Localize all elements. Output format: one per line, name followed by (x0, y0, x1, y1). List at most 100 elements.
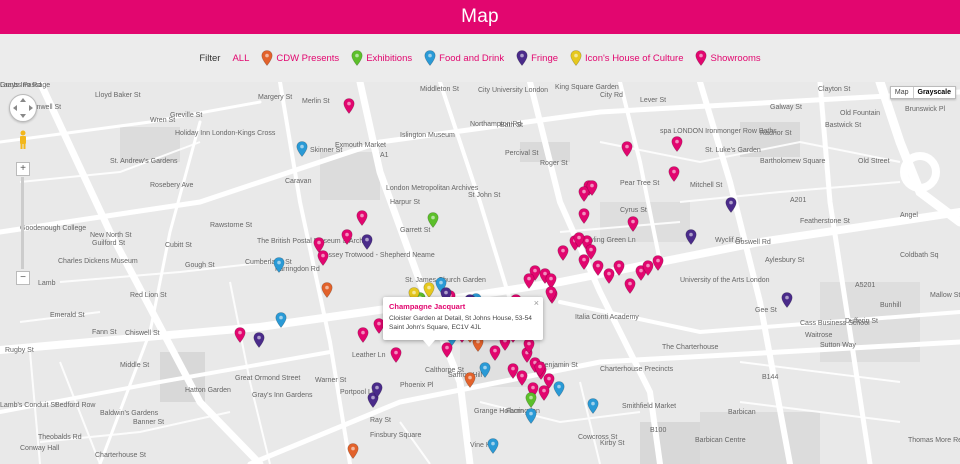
filter-item[interactable]: CDW Presents (261, 50, 339, 66)
map-marker-icon[interactable] (371, 382, 383, 398)
map-canvas[interactable]: Amwell St Lloyd Baker St Merlin St Margery … (0, 82, 960, 464)
map-marker-icon[interactable] (347, 443, 359, 459)
map-marker-icon[interactable] (253, 332, 265, 348)
map-type-control[interactable]: Map Grayscale (889, 86, 956, 99)
map-street-label: University of the Arts London (680, 277, 770, 284)
map-street-label: St John St (468, 192, 501, 199)
filter-item[interactable]: Exhibitions (351, 50, 412, 66)
page-header: Map (0, 0, 960, 34)
map-street-label: Bath St (500, 122, 523, 129)
zoom-slider[interactable] (21, 177, 24, 269)
map-street-label: Rawstorne St (210, 222, 253, 229)
map-street-label: Great Ormond Street (235, 375, 301, 382)
map-marker-icon[interactable] (296, 141, 308, 157)
map-marker-icon[interactable] (356, 210, 368, 226)
map-marker-icon[interactable] (343, 98, 355, 114)
map-marker-icon[interactable] (525, 408, 537, 424)
map-pin-icon (516, 50, 528, 66)
pan-control-icon[interactable] (9, 94, 37, 122)
map-street-label: Mitchell St (690, 182, 723, 189)
map-street-label: Bunhill (880, 302, 902, 309)
map-marker-icon[interactable] (534, 361, 546, 377)
map-street-label: B144 (762, 374, 779, 381)
map-marker-icon[interactable] (587, 398, 599, 414)
map-street-label: London Metropolitan Archives (386, 185, 479, 192)
map-marker-icon[interactable] (234, 327, 246, 343)
map-marker-icon[interactable] (557, 245, 569, 261)
map-pin-icon (351, 50, 363, 66)
map-street-label: Pear Tree St (620, 180, 660, 187)
map-marker-icon[interactable] (578, 208, 590, 224)
map-street-label: City University London (478, 87, 549, 94)
map-street-label: Lever St (640, 97, 667, 104)
map-marker-icon[interactable] (317, 250, 329, 266)
map-street-label: Old Fountain (840, 110, 881, 117)
map-marker-icon[interactable] (671, 136, 683, 152)
map-marker-icon[interactable] (652, 255, 664, 271)
map-street-label: Roger St (540, 160, 568, 167)
map-street-label: Gee St (755, 307, 777, 314)
map-street-label: Galway St (770, 104, 802, 111)
map-marker-icon[interactable] (545, 286, 557, 302)
map-marker-icon[interactable] (523, 273, 535, 289)
filter-item[interactable]: Showrooms (695, 50, 761, 66)
map-street-label: Chiswell St (125, 330, 160, 337)
page-title: Map (461, 6, 499, 27)
filter-item[interactable]: ALL (232, 53, 249, 64)
map-type-grayscale-button[interactable]: Grayscale (912, 87, 955, 98)
map-marker-icon[interactable] (341, 229, 353, 245)
map-marker-icon[interactable] (427, 212, 439, 228)
map-marker-icon[interactable] (423, 282, 435, 298)
map-marker-icon[interactable] (357, 327, 369, 343)
map-street-label: Ray St (370, 417, 392, 424)
map-marker-icon[interactable] (525, 392, 537, 408)
map-street-label: Caravan (285, 178, 312, 185)
zoom-out-button[interactable]: − (16, 271, 30, 285)
map-marker-icon[interactable] (479, 362, 491, 378)
map-street-label: B100 (650, 427, 667, 434)
map-street-label: Waitrose (805, 332, 833, 339)
map-marker-icon[interactable] (685, 229, 697, 245)
map-marker-icon[interactable] (487, 438, 499, 454)
map-marker-icon[interactable] (573, 232, 585, 248)
map-marker-icon[interactable] (390, 347, 402, 363)
map-street-label: Coldbath Sq (900, 252, 939, 259)
map-marker-icon[interactable] (621, 141, 633, 157)
map-street-label: Percival St (505, 150, 539, 157)
map-street-label: Middle St (120, 362, 150, 369)
map-pin-icon (695, 50, 707, 66)
zoom-in-button[interactable]: + (16, 162, 30, 176)
map-marker-icon[interactable] (613, 260, 625, 276)
map-street-label: Harpur St (390, 199, 420, 206)
map-marker-icon[interactable] (275, 312, 287, 328)
map-street-label: Merlin St (302, 98, 330, 105)
map-marker-icon[interactable] (781, 292, 793, 308)
map-marker-icon[interactable] (725, 197, 737, 213)
map-marker-icon[interactable] (586, 180, 598, 196)
info-window-title: Champagne Jacquart (389, 302, 466, 311)
map-marker-icon[interactable] (361, 234, 373, 250)
map-marker-icon[interactable] (585, 244, 597, 260)
map-street-label: St. Luke's Garden (705, 147, 761, 154)
map-marker-icon[interactable] (553, 381, 565, 397)
map-street-label: Wren St (150, 117, 176, 124)
map-street-label: Sutton Way (820, 342, 856, 349)
map-marker-icon[interactable] (464, 372, 476, 388)
map-marker-icon[interactable] (273, 257, 285, 273)
map-type-map-button[interactable]: Map (891, 87, 913, 98)
map-street-label: Guilford St (92, 240, 126, 247)
filter-item[interactable]: Icon's House of Culture (570, 50, 683, 66)
map-street-label: Thomas More Residents Garden (908, 437, 960, 444)
map-marker-icon[interactable] (627, 216, 639, 232)
map-marker-icon[interactable] (668, 166, 680, 182)
map-marker-icon[interactable] (321, 282, 333, 298)
map-marker-icon[interactable] (523, 338, 535, 354)
map-street-label: Middleton St (420, 86, 459, 93)
map-street-label: Fann St (92, 329, 117, 336)
close-icon[interactable]: × (534, 298, 539, 308)
map-marker-icon[interactable] (489, 345, 501, 361)
filter-item[interactable]: Fringe (516, 50, 558, 66)
map-street-label: Emerald St (50, 312, 85, 319)
filter-item[interactable]: Food and Drink (424, 50, 504, 66)
pegman-icon[interactable] (18, 130, 28, 150)
